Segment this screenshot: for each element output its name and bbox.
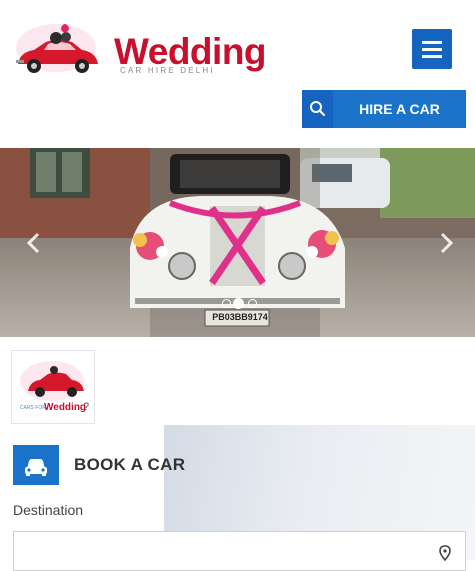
carousel-indicators	[219, 298, 263, 310]
wedding-car-logo-icon	[16, 24, 98, 73]
hire-a-car-button[interactable]: HIRE A CAR	[302, 90, 466, 128]
chevron-right-icon[interactable]	[434, 228, 458, 258]
car-icon	[25, 459, 47, 476]
chevron-left-icon[interactable]	[22, 228, 46, 258]
menu-icon	[422, 41, 442, 44]
license-plate: PB03BB9174	[212, 312, 268, 322]
menu-icon-bar	[422, 55, 442, 58]
hero-carousel[interactable]: PB03BB9174	[0, 148, 475, 337]
menu-toggle-button[interactable]	[412, 29, 452, 69]
hire-a-car-label: HIRE A CAR	[359, 101, 440, 117]
thumb-wedding: Wedding	[44, 402, 87, 413]
book-a-car-title: BOOK A CAR	[74, 455, 186, 474]
carousel-dot-3[interactable]	[248, 299, 257, 308]
logo-tagline: CAR HIRE DELHI	[120, 66, 215, 75]
cars-for-wedding-thumbnail[interactable]: CARS FOR Wedding ?	[11, 350, 95, 424]
site-logo[interactable]: Wedding CAR HIRE DELHI	[12, 14, 267, 86]
destination-input[interactable]	[13, 531, 466, 571]
thumb-mark: ?	[83, 401, 90, 413]
destination-label: Destination	[13, 502, 84, 518]
search-icon	[302, 90, 333, 128]
site-header: Wedding CAR HIRE DELHI HIRE A CAR	[0, 0, 475, 148]
thumb-cars-for: CARS FOR	[20, 405, 46, 411]
location-pin-icon	[439, 545, 451, 561]
book-car-icon-box	[13, 445, 59, 485]
mini-car-logo-icon	[20, 361, 84, 401]
carousel-dot-2[interactable]	[233, 298, 244, 309]
menu-icon-bar	[422, 48, 442, 51]
carousel-dot-1[interactable]	[222, 299, 231, 308]
